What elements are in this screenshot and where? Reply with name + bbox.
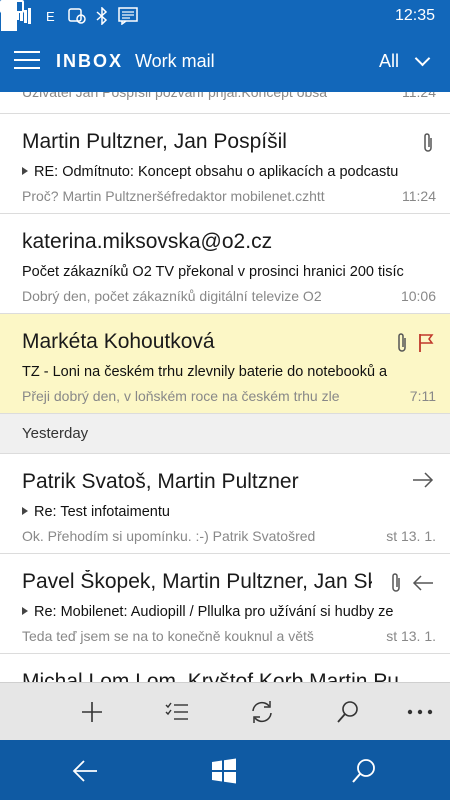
app-header: INBOX Work mail All bbox=[0, 32, 450, 92]
search-icon[interactable] bbox=[347, 754, 381, 788]
message-subject: TZ - Loni na českém trhu zlevnily bateri… bbox=[22, 364, 388, 380]
message-sender: katerina.miksovska@o2.cz bbox=[22, 230, 273, 253]
message-icons bbox=[422, 132, 434, 154]
message-list[interactable]: Uživatel Jan Pospíšil pozvání přijal:Kon… bbox=[0, 92, 450, 682]
message-preview: Proč? Martin Pultzneršéfredaktor mobilen… bbox=[22, 188, 325, 204]
attachment-icon bbox=[392, 573, 400, 592]
message-sender: Michal Lom Lom, Kryštof Korb Martin Pu bbox=[22, 670, 399, 682]
message-preview: Uživatel Jan Pospíšil pozvání přijal:Kon… bbox=[22, 92, 328, 100]
message-sender: Pavel Škopek, Martin Pultzner, Jan Sk bbox=[22, 570, 372, 593]
attachment-icon bbox=[398, 333, 406, 352]
list-item[interactable]: Michal Lom Lom, Kryštof Korb Martin Pu bbox=[0, 654, 450, 682]
message-sender: Patrik Svatoš, Martin Pultzner bbox=[22, 470, 299, 493]
folder-title: INBOX bbox=[56, 51, 124, 71]
message-time: st 13. 1. bbox=[386, 528, 436, 544]
account-name[interactable]: Work mail bbox=[135, 51, 215, 72]
network-type-label: E bbox=[46, 8, 55, 24]
filter-label: All bbox=[378, 51, 399, 71]
message-preview: Dobrý den, počet zákazníků digitální tel… bbox=[22, 288, 322, 304]
message-icon bbox=[118, 6, 138, 26]
message-time: st 13. 1. bbox=[386, 628, 436, 644]
message-subject: Počet zákazníků O2 TV překonal v prosinc… bbox=[22, 264, 404, 280]
status-bar: E 12:35 bbox=[0, 0, 450, 32]
message-preview: Teda teď jsem se na to konečně kouknul a… bbox=[22, 628, 314, 644]
filter-dropdown[interactable]: All bbox=[378, 50, 431, 72]
more-icon[interactable] bbox=[405, 697, 435, 727]
location-icon bbox=[68, 6, 88, 26]
date-group-label: Yesterday bbox=[22, 425, 89, 442]
message-subject: Re: Test infotaimentu bbox=[22, 504, 434, 520]
message-subject: Re: Mobilenet: Audiopill / Pllulka pro u… bbox=[22, 604, 434, 620]
select-icon[interactable] bbox=[162, 697, 192, 727]
clock: 12:35 bbox=[394, 7, 435, 24]
message-preview: Přeji dobrý den, v loňském roce na české… bbox=[22, 388, 340, 404]
list-item[interactable]: Patrik Svatoš, Martin Pultzner Re: Test … bbox=[0, 454, 450, 554]
message-subject: RE: Odmítnuto: Koncept obsahu o aplikací… bbox=[22, 164, 434, 180]
message-time: 11:24 bbox=[402, 188, 436, 204]
search-icon[interactable] bbox=[333, 697, 363, 727]
message-sender: Martin Pultzner, Jan Pospíšil bbox=[22, 130, 287, 153]
list-item[interactable]: katerina.miksovska@o2.cz Počet zákazníků… bbox=[0, 214, 450, 314]
system-nav-bar bbox=[0, 740, 450, 800]
list-item[interactable]: Uživatel Jan Pospíšil pozvání přijal:Kon… bbox=[0, 92, 450, 114]
message-time: 10:06 bbox=[400, 288, 436, 304]
forward-icon bbox=[413, 472, 434, 488]
hamburger-menu-icon[interactable] bbox=[14, 51, 40, 71]
date-group-header: Yesterday bbox=[0, 414, 450, 454]
reply-icon bbox=[412, 575, 433, 591]
message-icons bbox=[396, 332, 434, 354]
list-item[interactable]: Martin Pultzner, Jan Pospíšil RE: Odmítn… bbox=[0, 114, 450, 214]
message-time: 7:11 bbox=[409, 388, 436, 404]
message-time: 11:24 bbox=[402, 92, 436, 100]
message-icons bbox=[412, 472, 434, 488]
list-item[interactable]: Markéta Kohoutková TZ - Loni na českém t… bbox=[0, 314, 450, 414]
message-preview: Ok. Přehodím si upomínku. :-) Patrik Sva… bbox=[22, 528, 316, 544]
back-icon[interactable] bbox=[68, 754, 102, 788]
windows-icon[interactable] bbox=[207, 754, 241, 788]
bluetooth-icon bbox=[96, 6, 108, 26]
chevron-down-icon bbox=[414, 50, 431, 67]
sync-icon[interactable] bbox=[247, 697, 277, 727]
list-item[interactable]: Pavel Škopek, Martin Pultzner, Jan Sk Re… bbox=[0, 554, 450, 654]
flag-icon[interactable] bbox=[418, 333, 434, 353]
plus-icon[interactable] bbox=[77, 697, 107, 727]
message-icons bbox=[390, 572, 434, 594]
command-bar bbox=[0, 682, 450, 740]
message-sender: Markéta Kohoutková bbox=[22, 330, 215, 353]
attachment-icon bbox=[424, 133, 432, 152]
